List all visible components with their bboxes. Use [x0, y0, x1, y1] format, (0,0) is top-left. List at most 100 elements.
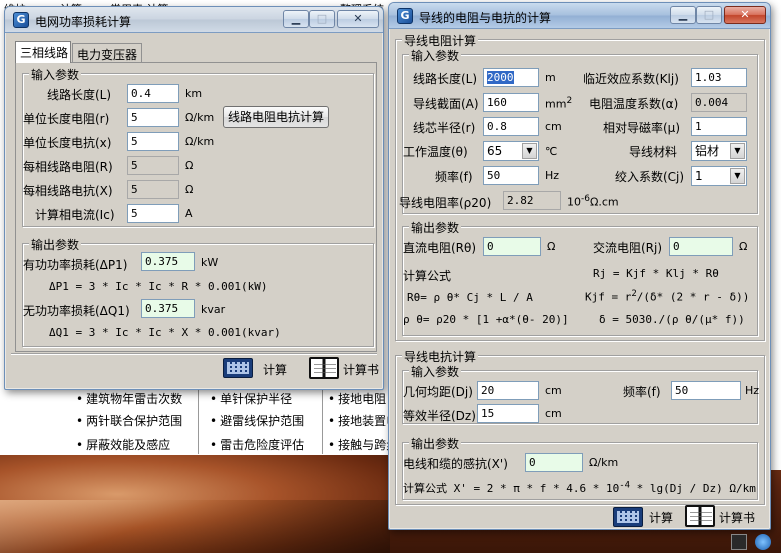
- geo-distance-label: 几何均距(Dj): [403, 385, 473, 399]
- title-bar[interactable]: G 导线的电阻与电抗的计算 ▁ □ ✕: [389, 3, 770, 29]
- bg-link[interactable]: 建筑物年雷击次数: [76, 390, 182, 407]
- book-icon[interactable]: [309, 357, 339, 379]
- twist-coef-label: 绞入系数(Cj): [615, 170, 685, 184]
- chevron-down-icon[interactable]: ▼: [730, 168, 745, 184]
- title-bar[interactable]: G 电网功率损耗计算 ▁ □ ✕: [5, 7, 383, 33]
- line-length-label: 线路长度(L): [47, 88, 112, 102]
- chevron-down-icon[interactable]: ▼: [522, 143, 537, 159]
- reactance-calc-group: 导线电抗计算 输入参数 几何均距(Dj) 20 cm 频率(f) 50 Hz 等…: [395, 348, 765, 505]
- app-icon: G: [13, 12, 29, 28]
- unit-label: cm: [545, 407, 562, 420]
- bg-link[interactable]: 单针保护半径: [210, 390, 292, 407]
- unit-label: Ω/km: [185, 135, 215, 148]
- calc-button-label[interactable]: 计算: [649, 509, 673, 526]
- calculator-icon[interactable]: [613, 507, 643, 527]
- minimize-button[interactable]: ▁: [283, 10, 309, 28]
- material-label: 导线材料: [629, 145, 678, 159]
- report-button-label[interactable]: 计算书: [719, 509, 755, 526]
- calculator-icon[interactable]: [223, 358, 253, 378]
- material-select[interactable]: 铝材 ▼: [691, 141, 747, 161]
- geo-distance-input[interactable]: 20: [477, 381, 539, 400]
- output-params-group: 输出参数 直流电阻(Rθ) 0 Ω 交流电阻(Rj) 0 Ω 计算公式 Rj =…: [402, 219, 758, 336]
- window-title: 导线的电阻与电抗的计算: [419, 11, 552, 25]
- bg-link[interactable]: 屏蔽效能及感应: [76, 436, 170, 453]
- input-params-group: 输入参数 线路长度(L) 0.4 km 单位长度电阻(r) 5 Ω/km 线路电…: [22, 66, 374, 227]
- close-button[interactable]: ✕: [337, 10, 379, 28]
- power-loss-window: G 电网功率损耗计算 ▁ □ ✕ 三相线路 电力变压器 输入参数 线路长度(L)…: [4, 6, 384, 390]
- chevron-down-icon[interactable]: ▼: [730, 143, 745, 159]
- temp-coef-label: 电阻温度系数(α): [589, 97, 679, 111]
- bg-link[interactable]: 避雷线保护范围: [210, 412, 304, 429]
- phase-resistance-label: 每相线路电阻(R): [23, 160, 113, 174]
- book-icon[interactable]: [685, 505, 715, 527]
- tab-power-transformer[interactable]: 电力变压器: [72, 43, 142, 63]
- core-radius-input[interactable]: 0.8: [483, 117, 539, 136]
- close-button[interactable]: ✕: [724, 6, 766, 24]
- output-params-group: 输出参数 有功功率损耗(ΔP1) 0.375 kW ΔP1 = 3 * Ic *…: [22, 236, 374, 347]
- frequency-input[interactable]: 50: [671, 381, 741, 400]
- line-rx-calc-button[interactable]: 线路电阻电抗计算: [223, 106, 329, 128]
- proximity-coef-label: 临近效应系数(Klj): [583, 72, 679, 86]
- bg-link[interactable]: 接地电阻: [328, 390, 386, 407]
- calc-button-label[interactable]: 计算: [263, 361, 287, 378]
- frequency-label: 频率(f): [623, 385, 661, 399]
- minimize-button[interactable]: ▁: [670, 6, 696, 24]
- unit-label: Ω/km: [589, 456, 619, 469]
- maximize-button: □: [696, 6, 722, 24]
- temp-coef-field: 0.004: [691, 93, 747, 112]
- group-label: 输出参数: [409, 219, 462, 236]
- unit-label: Hz: [545, 169, 560, 182]
- bg-link[interactable]: 雷击危险度评估: [210, 436, 304, 453]
- ac-resistance-label: 交流电阻(Rj): [593, 241, 663, 255]
- unit-label: 10-6Ω.cm: [567, 194, 619, 209]
- active-loss-output: 0.375: [141, 252, 195, 271]
- reactive-loss-output: 0.375: [141, 299, 195, 318]
- maximize-button: □: [309, 10, 335, 28]
- divider: [198, 384, 199, 454]
- unit-reactance-label: 单位长度电抗(x): [23, 136, 112, 150]
- unit-label: m: [545, 71, 556, 84]
- unit-label: Hz: [745, 384, 760, 397]
- group-label: 输入参数: [409, 47, 462, 64]
- unit-label: Ω: [547, 240, 556, 253]
- input-params-group: 输入参数 线路长度(L) 2000 m 临近效应系数(Klj) 1.03 导线截…: [399, 47, 758, 214]
- window-title: 电网功率损耗计算: [35, 15, 132, 29]
- proximity-coef-input[interactable]: 1.03: [691, 68, 747, 87]
- phase-current-input[interactable]: 5: [127, 204, 179, 223]
- phase-resistance-field: 5: [127, 156, 179, 175]
- bg-link[interactable]: 两针联合保护范围: [76, 412, 182, 429]
- formula-reactance: 计算公式 X' = 2 * π * f * 4.6 * 10-4 * lg(Dj…: [403, 480, 756, 495]
- section-input[interactable]: 160: [483, 93, 539, 112]
- group-label: 输入参数: [409, 363, 462, 380]
- eq-radius-input[interactable]: 15: [477, 404, 539, 423]
- unit-label: kW: [201, 256, 219, 269]
- report-button-label[interactable]: 计算书: [343, 361, 379, 378]
- work-temp-select[interactable]: 65 ▼: [483, 141, 539, 161]
- unit-label: kvar: [201, 303, 226, 316]
- permeability-input[interactable]: 1: [691, 117, 747, 136]
- unit-label: Ω: [739, 240, 748, 253]
- ime-icon[interactable]: [731, 534, 747, 550]
- twist-coef-select[interactable]: 1 ▼: [691, 166, 747, 186]
- unit-reactance-input[interactable]: 5: [127, 132, 179, 151]
- frequency-input[interactable]: 50: [483, 166, 539, 185]
- reactive-loss-formula: ΔQ1 = 3 * Ic * Ic * X * 0.001(kvar): [49, 326, 281, 339]
- network-icon[interactable]: [755, 534, 771, 550]
- line-length-input[interactable]: 0.4: [127, 84, 179, 103]
- inductive-reactance-label: 电线和缆的感抗(X'): [403, 457, 508, 471]
- bottom-toolbar: 计算 计算书: [11, 353, 379, 383]
- input-params-group: 输入参数 几何均距(Dj) 20 cm 频率(f) 50 Hz 等效半径(Dz)…: [402, 363, 760, 424]
- tab-three-phase-line[interactable]: 三相线路: [15, 41, 71, 63]
- unit-resistance-label: 单位长度电阻(r): [23, 112, 110, 126]
- permeability-label: 相对导磁率(μ): [603, 121, 680, 135]
- line-length-label: 线路长度(L): [413, 72, 478, 86]
- phase-reactance-field: 5: [127, 180, 179, 199]
- group-label: 输入参数: [29, 66, 82, 83]
- unit-label: Ω: [185, 159, 194, 172]
- line-length-input[interactable]: 2000: [483, 68, 539, 87]
- group-label: 输出参数: [29, 236, 82, 253]
- formula-rj: Rj = Kjf * Klj * Rθ: [593, 267, 719, 280]
- unit-label: Ω/km: [185, 111, 215, 124]
- resistance-calc-group: 导线电阻计算 输入参数 线路长度(L) 2000 m 临近效应系数(Klj) 1…: [395, 32, 765, 341]
- unit-resistance-input[interactable]: 5: [127, 108, 179, 127]
